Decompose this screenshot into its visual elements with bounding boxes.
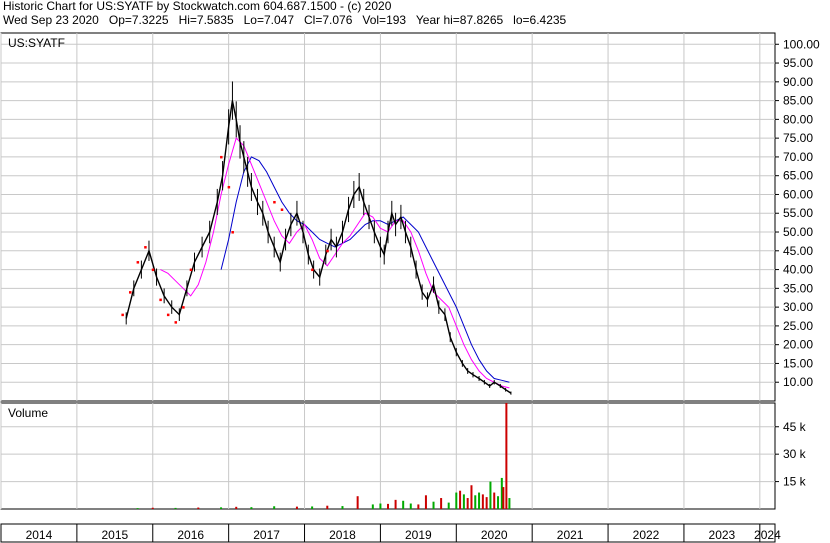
volume-bar xyxy=(502,487,505,509)
x-tick-label: 2014 xyxy=(26,528,53,542)
volume-bar xyxy=(508,498,511,509)
price-dot xyxy=(220,155,223,159)
price-tick-label: 40.00 xyxy=(783,263,813,277)
volume-bar xyxy=(459,490,462,509)
price-tick-label: 75.00 xyxy=(783,131,813,145)
volume-plot-area xyxy=(0,402,776,510)
price-dot xyxy=(326,249,329,253)
price-tick-label: 80.00 xyxy=(783,112,813,126)
price-dot xyxy=(174,321,178,324)
volume-bar xyxy=(273,506,276,509)
price-tick-label: 90.00 xyxy=(783,75,813,89)
volume-bar xyxy=(481,494,484,509)
price-dot xyxy=(231,231,234,234)
price-dot xyxy=(144,246,147,249)
price-dot xyxy=(311,268,314,272)
volume-bar xyxy=(417,504,420,509)
volume-panel: 15 k 30 k 45 k Volume xyxy=(0,402,807,510)
volume-bar xyxy=(295,506,298,509)
volume-bar xyxy=(432,501,435,509)
price-panel: 10.00 15.00 20.00 25.00 30.00 35.00 40.00 45.00… xyxy=(0,32,820,402)
x-tick-label: 2022 xyxy=(633,528,660,542)
volume-bar xyxy=(485,497,488,509)
x-tick-label: 2024 xyxy=(754,528,781,542)
price-tick-label: 50.00 xyxy=(783,225,813,239)
price-tick-label: 35.00 xyxy=(783,281,813,295)
volume-bar xyxy=(478,492,481,509)
volume-bar xyxy=(474,495,477,509)
volume-panel-label: Volume xyxy=(8,406,48,420)
volume-bar xyxy=(505,403,508,509)
volume-bar xyxy=(470,485,473,509)
volume-bar xyxy=(197,507,200,509)
price-tick-label: 45.00 xyxy=(783,244,813,258)
price-tick-label: 95.00 xyxy=(783,56,813,70)
price-dot xyxy=(166,313,170,317)
volume-tick-label: 15 k xyxy=(783,475,807,489)
price-dot xyxy=(189,268,193,272)
volume-bar xyxy=(497,496,500,509)
price-tick-label: 100.00 xyxy=(783,37,820,51)
x-tick-label: 2015 xyxy=(101,528,128,542)
price-tick-label: 15.00 xyxy=(783,356,813,370)
x-tick-label: 2023 xyxy=(709,528,736,542)
volume-bar xyxy=(462,494,465,509)
price-dot xyxy=(129,291,132,294)
price-tick-label: 55.00 xyxy=(783,206,813,220)
price-tick-label: 25.00 xyxy=(783,319,813,333)
price-dot xyxy=(151,268,155,272)
volume-bar xyxy=(466,498,469,509)
volume-bar xyxy=(402,500,405,509)
price-tick-label: 70.00 xyxy=(783,150,813,164)
volume-bar xyxy=(371,504,374,509)
price-tick-label: 60.00 xyxy=(783,187,813,201)
volume-bar xyxy=(220,507,223,509)
volume-bar xyxy=(174,507,177,509)
stock-chart: 10.00 15.00 20.00 25.00 30.00 35.00 40.00 45.00… xyxy=(0,32,820,543)
price-tick-label: 20.00 xyxy=(783,338,813,352)
volume-bar xyxy=(379,503,382,509)
volume-bar xyxy=(311,506,314,509)
price-dot xyxy=(182,306,185,309)
volume-tick-label: 45 k xyxy=(783,420,807,434)
volume-axis: 15 k 30 k 45 k xyxy=(775,420,807,489)
x-tick-label: 2018 xyxy=(329,528,356,542)
price-axis: 10.00 15.00 20.00 25.00 30.00 35.00 40.00 45.00… xyxy=(775,37,820,389)
price-dot xyxy=(136,261,140,264)
volume-bar xyxy=(387,503,389,509)
volume-bar xyxy=(341,506,344,509)
price-dot xyxy=(121,313,124,317)
volume-bar xyxy=(235,506,238,509)
volume-bar xyxy=(409,503,412,509)
price-dot xyxy=(159,298,162,302)
volume-bar xyxy=(440,498,443,509)
price-plot-area xyxy=(0,32,776,402)
volume-bar xyxy=(424,495,427,509)
volume-bar xyxy=(250,507,253,509)
volume-bar xyxy=(394,499,397,509)
price-dot xyxy=(280,208,284,211)
x-tick-label: 2017 xyxy=(253,528,280,542)
x-tick-label: 2019 xyxy=(405,528,432,542)
volume-bar xyxy=(489,481,492,509)
x-tick-label: 2021 xyxy=(557,528,584,542)
price-dot xyxy=(227,185,231,189)
volume-bar xyxy=(447,502,450,509)
price-tick-label: 10.00 xyxy=(783,375,813,389)
x-axis: 2014 2015 2016 2017 2018 2019 2020 2021 2022 2023… xyxy=(0,523,781,543)
volume-bar xyxy=(136,508,139,509)
volume-bar xyxy=(455,492,458,509)
volume-bar xyxy=(151,507,154,509)
volume-bar xyxy=(326,505,329,509)
price-tick-label: 65.00 xyxy=(783,169,813,183)
volume-bar xyxy=(356,496,359,509)
x-tick-label: 2016 xyxy=(177,528,204,542)
volume-tick-label: 30 k xyxy=(783,447,807,461)
x-tick-label: 2020 xyxy=(481,528,508,542)
price-tick-label: 85.00 xyxy=(783,94,813,108)
volume-bar xyxy=(493,492,496,509)
price-tick-label: 30.00 xyxy=(783,300,813,314)
price-dot xyxy=(273,200,276,204)
price-panel-label: US:SYATF xyxy=(8,36,65,50)
